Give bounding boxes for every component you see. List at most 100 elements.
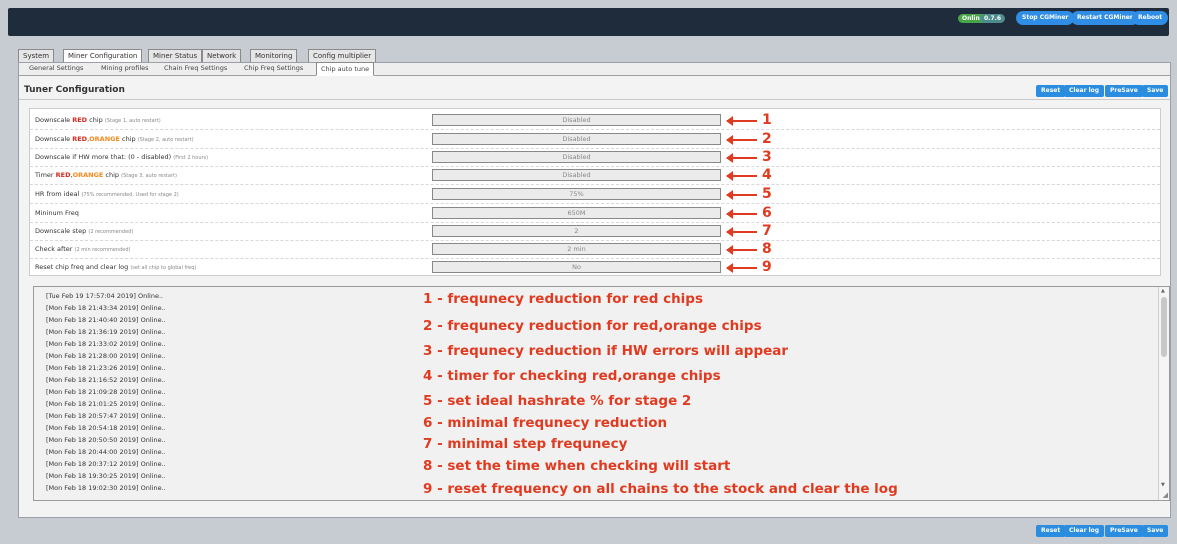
annotation-3: 3 - frequnecy reduction if HW errors wil… [423, 343, 789, 359]
save-button[interactable]: Save [1142, 85, 1169, 97]
setting-marker-number: 7 [762, 223, 772, 239]
arrow-icon [726, 171, 757, 181]
setting-select[interactable]: 2 min [432, 243, 721, 255]
log-line: [Mon Feb 18 20:57:47 2019] Online.. [46, 412, 166, 420]
presave-button[interactable]: PreSave [1105, 85, 1143, 97]
annotation-8: 8 - set the time when checking will star… [423, 458, 731, 474]
setting-select[interactable]: Disabled [432, 169, 721, 181]
reset-button[interactable]: Reset [1036, 85, 1066, 97]
arrow-icon [726, 190, 757, 200]
setting-label: Downscale RED,ORANGE chip (Stage 2, auto… [35, 135, 194, 143]
log-line: [Mon Feb 18 21:23:26 2019] Online.. [46, 364, 166, 372]
annotation-6: 6 - minimal frequnecy reduction [423, 415, 668, 431]
reboot-button[interactable]: Reboot [1132, 11, 1169, 25]
tab-miner-configuration[interactable]: Miner Configuration [63, 49, 143, 62]
scroll-down-icon[interactable]: ▼ [1161, 482, 1165, 488]
setting-marker-number: 8 [762, 241, 772, 257]
log-line: [Mon Feb 18 20:44:00 2019] Online.. [46, 448, 166, 456]
log-line: [Mon Feb 18 21:36:19 2019] Online.. [46, 328, 166, 336]
section-title: Tuner Configuration [24, 85, 125, 95]
setting-label: Reset chip freq and clear log (set all c… [35, 263, 197, 271]
setting-marker-number: 4 [762, 167, 772, 183]
tab-system[interactable]: System [18, 49, 55, 62]
setting-select[interactable]: Disabled [432, 114, 721, 126]
subtab-chain-freq-settings[interactable]: Chain Freq Settings [164, 64, 227, 72]
tab-miner-status[interactable]: Miner Status [148, 49, 203, 62]
annotation-4: 4 - timer for checking red,orange chips [423, 368, 721, 384]
setting-label: Downscale if HW more that: (0 - disabled… [35, 153, 209, 161]
annotation-2: 2 - frequnecy reduction for red,orange c… [423, 318, 762, 334]
setting-label: Check after (2 min recommended) [35, 245, 131, 253]
settings-table: Downscale RED chip (Stage 1, auto restar… [29, 108, 1161, 276]
stop-cgminer-button[interactable]: Stop CGMiner [1016, 11, 1075, 25]
annotation-1: 1 - frequnecy reduction for red chips [423, 291, 704, 307]
setting-input[interactable]: 2 [432, 225, 721, 237]
resize-handle-icon[interactable]: ◢ [1163, 491, 1168, 499]
presave-button-bottom[interactable]: PreSave [1105, 525, 1143, 537]
setting-marker-number: 6 [762, 205, 772, 221]
log-line: [Mon Feb 18 20:37:12 2019] Online.. [46, 460, 166, 468]
log-line: [Mon Feb 18 19:30:25 2019] Online.. [46, 472, 166, 480]
scroll-up-icon[interactable]: ▲ [1161, 288, 1165, 294]
log-scrollbar[interactable]: ▲ ▼ ◢ [1158, 287, 1169, 500]
arrow-icon [726, 116, 757, 126]
log-line: [Mon Feb 18 21:40:40 2019] Online.. [46, 316, 166, 324]
annotation-5: 5 - set ideal hashrate % for stage 2 [423, 393, 692, 409]
setting-marker-number: 2 [762, 131, 772, 147]
setting-marker-number: 5 [762, 186, 772, 202]
sub-tabs: General Settings Mining profiles Chain F… [19, 62, 1170, 76]
setting-row-timer: Timer RED,ORANGE chip (Stage 3, auto res… [30, 166, 1160, 185]
setting-row-downscale-red-orange: Downscale RED,ORANGE chip (Stage 2, auto… [30, 130, 1160, 149]
clear-log-button[interactable]: Clear log [1064, 85, 1105, 97]
setting-marker-number: 9 [762, 259, 772, 275]
setting-label: Downscale step (2 recommended) [35, 227, 134, 235]
arrow-icon [726, 263, 757, 273]
setting-row-reset-chip-freq: Reset chip freq and clear log (set all c… [30, 258, 1160, 276]
annotation-7: 7 - minimal step frequnecy [423, 436, 628, 452]
subtab-mining-profiles[interactable]: Mining profiles [101, 64, 149, 72]
save-button-bottom[interactable]: Save [1142, 525, 1169, 537]
setting-select[interactable]: 650M [432, 207, 721, 219]
divider [19, 99, 1170, 100]
reset-button-bottom[interactable]: Reset [1036, 525, 1066, 537]
log-line: [Mon Feb 18 21:33:02 2019] Online.. [46, 340, 166, 348]
setting-row-min-freq: Mininum Freq 650M 6 [30, 204, 1160, 223]
setting-row-downscale-red: Downscale RED chip (Stage 1, auto restar… [30, 111, 1160, 130]
log-line: [Mon Feb 18 21:43:34 2019] Online.. [46, 304, 166, 312]
log-line: [Mon Feb 18 19:02:30 2019] Online.. [46, 484, 166, 492]
tab-monitoring[interactable]: Monitoring [250, 49, 298, 62]
arrow-icon [726, 153, 757, 163]
tab-network[interactable]: Network [202, 49, 242, 62]
log-line: [Mon Feb 18 20:54:18 2019] Online.. [46, 424, 166, 432]
arrow-icon [726, 227, 757, 237]
restart-cgminer-button[interactable]: Restart CGMiner [1071, 11, 1139, 25]
subtab-chip-auto-tune[interactable]: Chip auto tune [316, 62, 375, 76]
setting-label: Downscale RED chip (Stage 1, auto restar… [35, 116, 161, 124]
setting-label: Mininum Freq [35, 209, 79, 217]
log-line: [Mon Feb 18 20:50:50 2019] Online.. [46, 436, 166, 444]
scroll-thumb[interactable] [1161, 297, 1167, 357]
setting-row-downscale-step: Downscale step (2 recommended) 2 7 [30, 222, 1160, 241]
setting-marker-number: 3 [762, 149, 772, 165]
annotation-9: 9 - reset frequency on all chains to the… [423, 481, 898, 497]
clear-log-button-bottom[interactable]: Clear log [1064, 525, 1105, 537]
log-line: [Mon Feb 18 21:01:25 2019] Online.. [46, 400, 166, 408]
setting-label: HR from ideal (75% recommended. Used for… [35, 190, 179, 198]
setting-input[interactable]: Disabled [432, 151, 721, 163]
log-line: [Mon Feb 18 21:28:00 2019] Online.. [46, 352, 166, 360]
log-line: [Mon Feb 18 21:09:28 2019] Online.. [46, 388, 166, 396]
setting-row-hr-ideal: HR from ideal (75% recommended. Used for… [30, 185, 1160, 204]
arrow-icon [726, 209, 757, 219]
setting-select[interactable]: 75% [432, 188, 721, 200]
setting-row-check-after: Check after (2 min recommended) 2 min 8 [30, 240, 1160, 259]
setting-select[interactable]: No [432, 261, 721, 273]
tab-config-multiplier[interactable]: Config multiplier [308, 49, 377, 62]
subtab-general-settings[interactable]: General Settings [29, 64, 83, 72]
setting-marker-number: 1 [762, 112, 772, 128]
version-badge: 0.7.6 [980, 14, 1006, 23]
subtab-chip-freq-settings[interactable]: Chip Freq Settings [244, 64, 303, 72]
log-line: [Mon Feb 18 21:16:52 2019] Online.. [46, 376, 166, 384]
setting-label: Timer RED,ORANGE chip (Stage 3, auto res… [35, 171, 177, 179]
log-line: [Tue Feb 19 17:57:04 2019] Online.. [46, 292, 164, 300]
setting-select[interactable]: Disabled [432, 133, 721, 145]
